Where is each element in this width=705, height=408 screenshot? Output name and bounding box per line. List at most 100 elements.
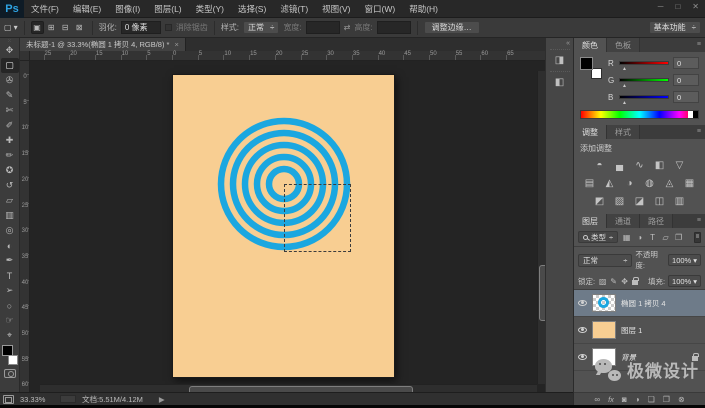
horizontal-scrollbar-thumb[interactable] — [189, 386, 413, 392]
color-balance-icon[interactable]: ◭ — [603, 177, 616, 189]
maximize-button[interactable]: □ — [675, 2, 680, 11]
color-spectrum-ramp[interactable] — [580, 110, 699, 119]
tab-色板[interactable]: 色板 — [607, 38, 640, 52]
exposure-icon[interactable]: ◧ — [653, 159, 666, 171]
zoom-tool[interactable]: ⌖ — [1, 328, 19, 343]
selective-color-icon[interactable]: ▥ — [673, 195, 686, 207]
fill-input[interactable]: 100% ▾ — [668, 275, 701, 287]
layer-thumbnail[interactable] — [592, 321, 616, 339]
document-canvas[interactable] — [172, 74, 395, 378]
swap-dimensions-icon[interactable]: ⇄ — [344, 23, 351, 32]
menu-视图(V)[interactable]: 视图(V) — [315, 3, 357, 15]
photo-filter-icon[interactable]: ◍ — [643, 177, 656, 189]
visibility-eye-icon[interactable] — [578, 300, 587, 306]
background-color-swatch[interactable] — [7, 355, 18, 365]
menu-文件(F)[interactable]: 文件(F) — [24, 3, 66, 15]
menu-窗口(W)[interactable]: 窗口(W) — [358, 3, 403, 15]
filter-adjustment-layers-icon[interactable]: ◑ — [634, 233, 645, 242]
tab-样式[interactable]: 样式 — [607, 125, 640, 139]
levels-icon[interactable]: ▄ — [613, 159, 626, 171]
slider-thumb-icon[interactable]: ▲ — [622, 100, 627, 106]
filter-smart-objects-icon[interactable]: ❐ — [673, 233, 684, 242]
gradient-map-icon[interactable]: ◫ — [653, 195, 666, 207]
workspace-dropdown[interactable]: 基本功能 ÷ — [648, 21, 701, 34]
collapse-dock-icon[interactable]: « — [566, 40, 570, 47]
ellipse-tool[interactable]: ○ — [1, 298, 19, 313]
eraser-tool[interactable]: ▱ — [1, 193, 19, 208]
vertical-scrollbar-thumb[interactable] — [539, 265, 545, 322]
menu-选择(S)[interactable]: 选择(S) — [231, 3, 273, 15]
tab-通道[interactable]: 通道 — [607, 214, 640, 228]
quick-mask-button[interactable] — [3, 369, 16, 378]
type-tool[interactable]: T — [1, 268, 19, 283]
black-white-icon[interactable]: ◑ — [623, 177, 636, 189]
feather-input[interactable]: 0 像素 — [120, 21, 161, 34]
menu-图像(I)[interactable]: 图像(I) — [108, 3, 147, 15]
tool-preset-picker[interactable]: ▢ ▾ — [4, 23, 18, 32]
visibility-eye-icon[interactable] — [578, 327, 587, 333]
hue-saturation-icon[interactable]: ▤ — [583, 177, 596, 189]
panel-menu-icon[interactable]: ≡ — [697, 128, 701, 135]
lock-image-pixels-icon[interactable]: ✎ — [609, 277, 618, 286]
status-flyout-arrow[interactable]: ▶ — [159, 395, 165, 404]
foreground-color-swatch[interactable] — [1, 345, 13, 356]
lock-all-icon[interactable] — [632, 277, 640, 285]
pen-tool[interactable]: ✒ — [1, 253, 19, 268]
channel-value-R[interactable]: 0 — [673, 57, 699, 69]
lock-transparent-pixels-icon[interactable]: ▨ — [598, 277, 607, 286]
new-layer-button[interactable]: ❐ — [663, 395, 670, 404]
channel-slider-R[interactable]: ▲ — [619, 61, 669, 72]
slider-thumb-icon[interactable]: ▲ — [622, 66, 627, 72]
new-group-button[interactable]: ❏ — [648, 395, 655, 404]
menu-编辑(E)[interactable]: 编辑(E) — [66, 3, 108, 15]
filter-pixel-layers-icon[interactable]: ▦ — [621, 233, 632, 242]
tab-图层[interactable]: 图层 — [574, 214, 607, 228]
filter-toggle-switch[interactable] — [694, 231, 701, 243]
screen-mode-icon[interactable] — [3, 394, 14, 404]
panel-menu-icon[interactable]: ≡ — [697, 41, 701, 48]
lock-position-icon[interactable]: ✥ — [620, 277, 629, 286]
invert-icon[interactable]: ◩ — [593, 195, 606, 207]
link-layers-button[interactable]: ∞ — [594, 395, 600, 404]
path-selection-tool[interactable]: ➢ — [1, 283, 19, 298]
new-selection-button[interactable]: ▣ — [30, 21, 44, 34]
brush-tool[interactable]: ✏ — [1, 148, 19, 163]
add-layer-mask-button[interactable]: ◙ — [622, 395, 627, 404]
minimize-button[interactable]: ─ — [658, 2, 664, 11]
close-icon[interactable]: × — [174, 40, 178, 49]
channel-slider-G[interactable]: ▲ — [619, 78, 669, 89]
tab-调整[interactable]: 调整 — [574, 125, 607, 139]
channel-value-B[interactable]: 0 — [673, 91, 699, 103]
spot-healing-tool[interactable]: ✚ — [1, 133, 19, 148]
properties-panel-icon[interactable]: ◧ — [549, 71, 570, 91]
layer-style-fx-button[interactable]: fx — [608, 395, 614, 404]
slider-thumb-icon[interactable]: ▲ — [622, 83, 627, 89]
menu-图层(L)[interactable]: 图层(L) — [147, 3, 188, 15]
color-lookup-icon[interactable]: ▦ — [683, 177, 696, 189]
filter-shape-layers-icon[interactable]: ▱ — [660, 233, 671, 242]
opacity-input[interactable]: 100% ▾ — [668, 254, 701, 266]
white-black-swatches[interactable] — [688, 111, 698, 118]
close-button[interactable]: ✕ — [692, 2, 699, 11]
document-tab[interactable]: 未标题-1 @ 33.3%(椭圆 1 拷贝 4, RGB/8) * × — [20, 38, 186, 51]
threshold-icon[interactable]: ◪ — [633, 195, 646, 207]
tab-路径[interactable]: 路径 — [640, 214, 673, 228]
horizontal-scrollbar[interactable] — [40, 384, 537, 392]
panel-menu-icon[interactable]: ≡ — [697, 217, 701, 224]
filter-kind-dropdown[interactable]: 类型 ÷ — [578, 231, 619, 243]
height-input[interactable] — [376, 21, 411, 34]
visibility-eye-icon[interactable] — [578, 354, 587, 360]
curves-icon[interactable]: ∿ — [633, 159, 646, 171]
move-tool[interactable]: ✥ — [1, 43, 19, 58]
blur-tool[interactable]: ◎ — [1, 223, 19, 238]
refine-edge-button[interactable]: 调整边缘… — [423, 21, 480, 34]
gradient-tool[interactable]: ▥ — [1, 208, 19, 223]
zoom-level[interactable]: 33.33% — [20, 395, 54, 404]
vibrance-icon[interactable]: ▽ — [673, 159, 686, 171]
menu-类型(Y)[interactable]: 类型(Y) — [189, 3, 231, 15]
vertical-scrollbar[interactable] — [537, 71, 545, 384]
quick-selection-tool[interactable]: ✎ — [1, 88, 19, 103]
layer-thumbnail[interactable] — [592, 294, 616, 312]
filter-type-layers-icon[interactable]: T — [647, 233, 658, 242]
channel-slider-B[interactable]: ▲ — [619, 95, 669, 106]
